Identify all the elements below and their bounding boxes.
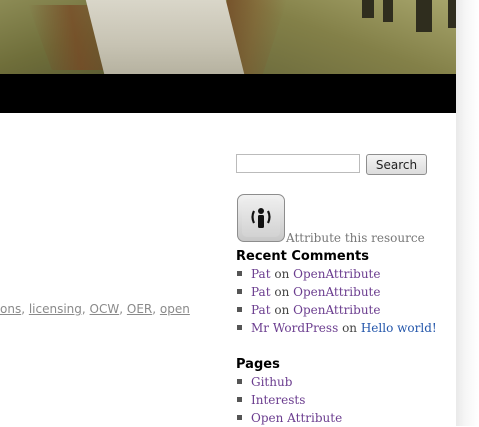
recent-comments-title: Recent Comments: [236, 249, 369, 264]
bullet-icon: [237, 379, 242, 384]
pages-title: Pages: [236, 357, 280, 372]
comment-joiner: on: [274, 267, 290, 281]
list-item: Pat on OpenAttribute: [237, 301, 437, 319]
bullet-icon: [237, 397, 242, 402]
search-button[interactable]: Search: [366, 154, 427, 175]
comment-joiner: on: [342, 321, 358, 335]
pages-list: Github Interests Open Attribute: [237, 373, 342, 427]
comment-author-link[interactable]: Pat: [251, 267, 271, 281]
tag-link[interactable]: open: [160, 302, 190, 316]
list-item: Github: [237, 373, 342, 391]
header-image: [0, 0, 456, 74]
bullet-icon: [237, 289, 242, 294]
comment-joiner: on: [274, 303, 290, 317]
list-item: Interests: [237, 391, 342, 409]
tag-link[interactable]: licensing: [29, 302, 82, 316]
attribute-text[interactable]: Attribute this resource: [286, 231, 425, 245]
bullet-icon: [237, 307, 242, 312]
comment-author-link[interactable]: Pat: [251, 303, 271, 317]
tag-link[interactable]: OCW: [90, 302, 120, 316]
post-tags: ons, licensing, OCW, OER, open: [0, 302, 190, 316]
page-link-open-attribute[interactable]: Open Attribute: [251, 411, 342, 425]
comment-post-link[interactable]: OpenAttribute: [293, 267, 380, 281]
comment-post-link[interactable]: OpenAttribute: [293, 285, 380, 299]
page-edge-shadow: [456, 0, 479, 426]
comment-author-link[interactable]: Pat: [251, 285, 271, 299]
recent-comments-list: Pat on OpenAttribute Pat on OpenAttribut…: [237, 265, 437, 337]
page-link-interests[interactable]: Interests: [251, 393, 305, 407]
tag-link[interactable]: ons: [0, 302, 21, 316]
tag-link[interactable]: OER: [127, 302, 152, 316]
attribute-badge[interactable]: [237, 194, 285, 242]
bullet-icon: [237, 271, 242, 276]
comment-post-link[interactable]: OpenAttribute: [293, 303, 380, 317]
comment-joiner: on: [274, 285, 290, 299]
bullet-icon: [237, 415, 242, 420]
list-item: Open Attribute: [237, 409, 342, 427]
person-broadcast-icon: [251, 208, 271, 228]
list-item: Pat on OpenAttribute: [237, 265, 437, 283]
search-input[interactable]: [236, 154, 360, 173]
bullet-icon: [237, 325, 242, 330]
list-item: Mr WordPress on Hello world!: [237, 319, 437, 337]
page-link-github[interactable]: Github: [251, 375, 292, 389]
comment-post-link[interactable]: Hello world!: [361, 321, 437, 335]
header-bar: [0, 74, 456, 113]
list-item: Pat on OpenAttribute: [237, 283, 437, 301]
comment-author-link[interactable]: Mr WordPress: [251, 321, 338, 335]
